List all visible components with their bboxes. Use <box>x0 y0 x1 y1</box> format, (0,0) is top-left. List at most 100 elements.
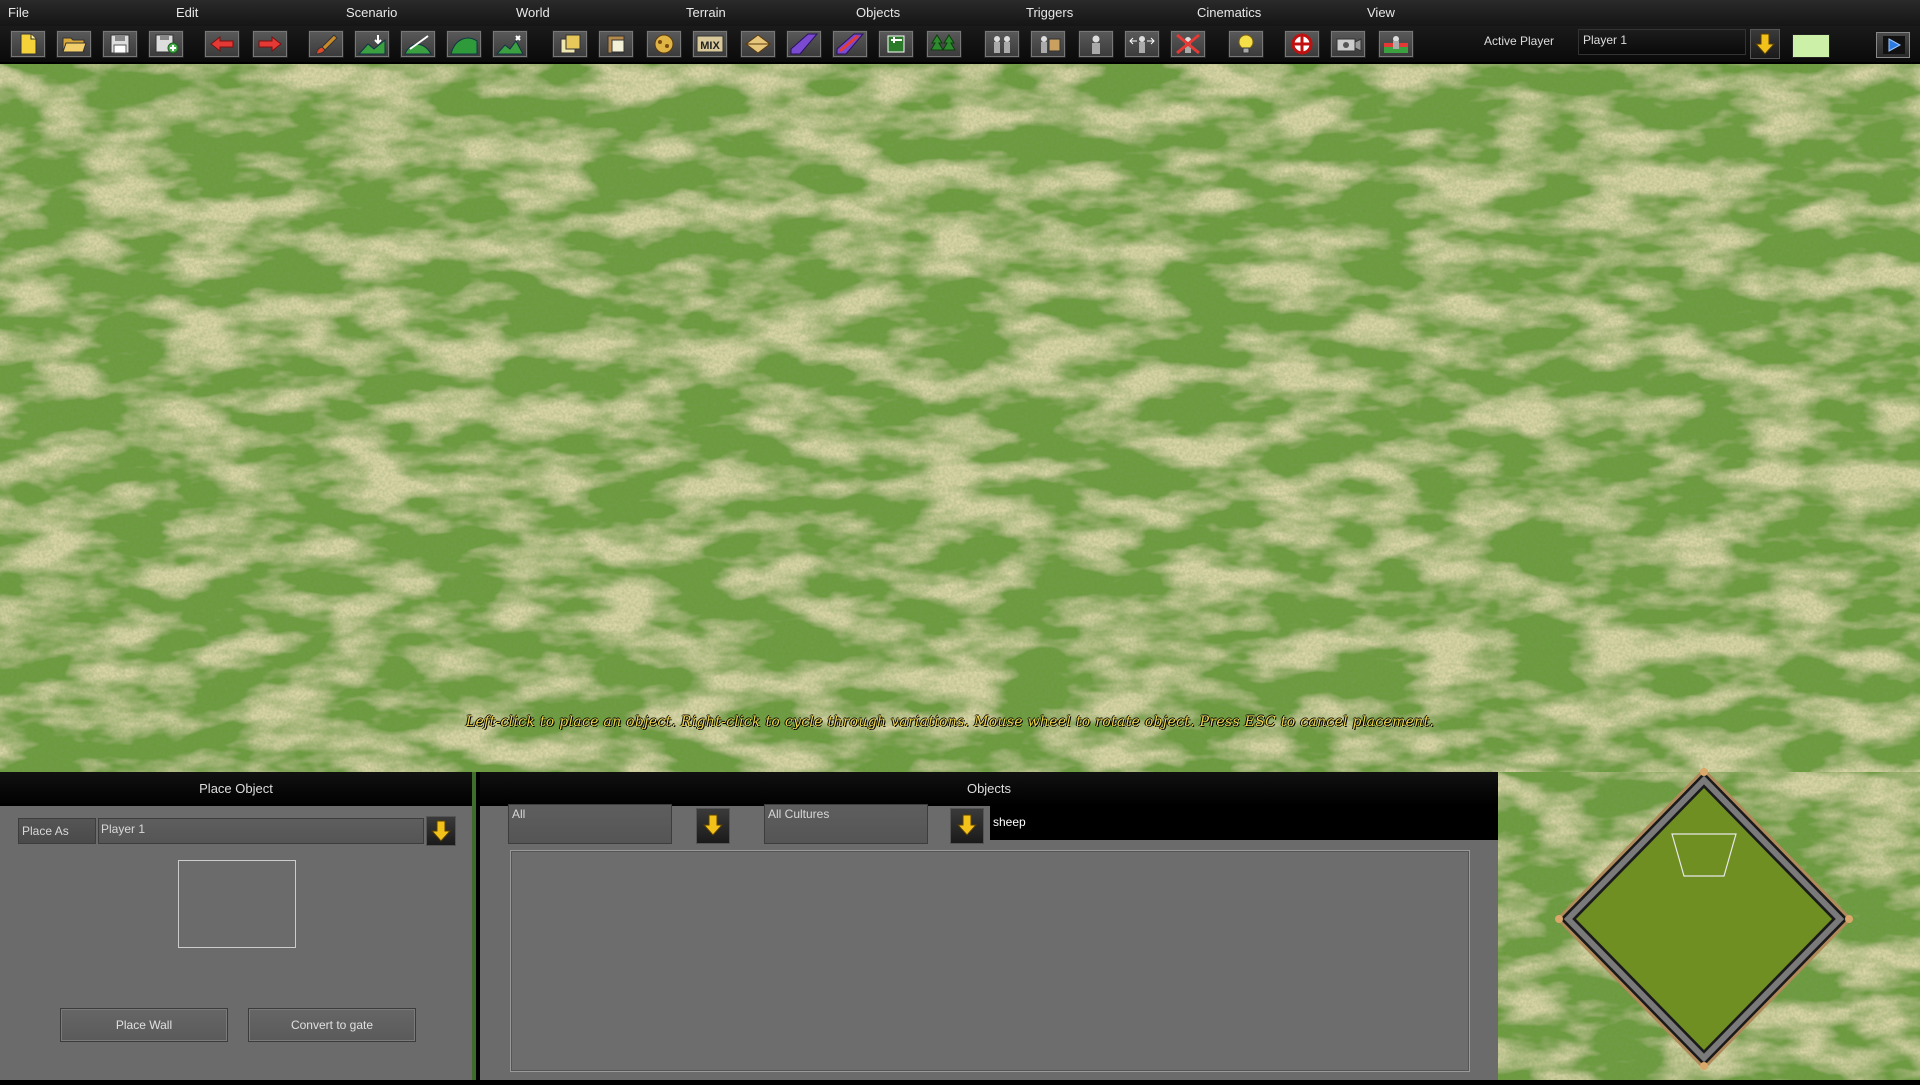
open-file-button[interactable] <box>56 30 92 58</box>
new-file-button[interactable] <box>10 30 46 58</box>
units-icon <box>994 36 1010 53</box>
blend-terrain-button[interactable] <box>740 30 776 58</box>
copy-icon <box>560 34 581 54</box>
move-unit-button[interactable] <box>1124 30 1160 58</box>
camera-button[interactable] <box>1330 30 1366 58</box>
culture-filter-select[interactable]: All Cultures <box>764 804 928 844</box>
menu-file[interactable]: File <box>8 5 29 20</box>
forest-button[interactable] <box>926 30 962 58</box>
player-flag-icon <box>1384 36 1408 53</box>
play-scenario-button[interactable] <box>1876 32 1910 58</box>
place-object-panel: Place Object Place As Player 1 Place Wal… <box>0 772 476 1080</box>
place-units-icon <box>1041 36 1061 53</box>
active-player-label: Active Player <box>1484 34 1555 48</box>
menu-terrain[interactable]: Terrain <box>686 5 726 20</box>
minimap-corner-ornament <box>1700 768 1708 776</box>
water-icon <box>790 33 818 55</box>
save-as-icon <box>155 34 179 54</box>
culture-filter-dropdown-button[interactable] <box>950 808 984 844</box>
paste-button[interactable] <box>598 30 634 58</box>
menu-scenario[interactable]: Scenario <box>346 5 397 20</box>
place-as-label: Place As <box>18 818 96 844</box>
terrain-elevation-icon <box>496 35 524 55</box>
category-filter-select[interactable]: All <box>508 804 672 844</box>
menu-triggers[interactable]: Triggers <box>1026 5 1073 20</box>
object-search-input[interactable] <box>990 804 1498 840</box>
menu-bar: File Edit Scenario World Terrain Objects… <box>0 0 1920 27</box>
area-icon <box>887 35 905 53</box>
active-player-select[interactable]: Player 1 <box>1578 29 1746 55</box>
paint-brush-button[interactable] <box>308 30 344 58</box>
single-unit-button[interactable] <box>1078 30 1114 58</box>
toolbar: MIX Active Player Player 1 <box>0 26 1920 64</box>
place-units-button[interactable] <box>1030 30 1066 58</box>
camera-icon <box>1336 38 1362 52</box>
place-as-dropdown-button[interactable] <box>426 816 456 846</box>
grass-terrain <box>0 64 1920 772</box>
paste-icon <box>607 35 625 54</box>
units-button[interactable] <box>984 30 1020 58</box>
raise-terrain-icon <box>358 35 386 55</box>
raise-terrain-button[interactable] <box>354 30 390 58</box>
save-icon <box>110 34 130 54</box>
mix-icon-label: MIX <box>700 40 720 52</box>
terrain-height-button[interactable] <box>446 30 482 58</box>
category-filter-dropdown-button[interactable] <box>696 808 730 844</box>
player-color-swatch[interactable] <box>1792 34 1830 58</box>
open-folder-icon <box>62 37 87 53</box>
save-button[interactable] <box>102 30 138 58</box>
single-unit-icon <box>1092 35 1100 54</box>
save-as-button[interactable] <box>148 30 184 58</box>
blend-terrain-icon <box>745 34 771 54</box>
convert-to-gate-button[interactable]: Convert to gate <box>248 1008 416 1042</box>
minimap-corner-ornament <box>1555 915 1563 923</box>
objects-title: Objects <box>480 772 1498 806</box>
redo-button[interactable] <box>252 30 288 58</box>
minimap-corner-ornament <box>1845 915 1853 923</box>
delete-unit-icon <box>1176 33 1200 55</box>
active-player-dropdown-button[interactable] <box>1750 29 1780 59</box>
target-button[interactable] <box>1284 30 1320 58</box>
objects-list[interactable] <box>510 850 1470 1072</box>
mix-button[interactable]: MIX <box>692 30 728 58</box>
menu-edit[interactable]: Edit <box>176 5 198 20</box>
map-view[interactable]: Left-click to place an object. Right-cli… <box>0 64 1920 772</box>
texture-button[interactable] <box>646 30 682 58</box>
light-bulb-icon <box>1238 34 1254 54</box>
player-settings-button[interactable] <box>1378 30 1414 58</box>
lighting-button[interactable] <box>1228 30 1264 58</box>
undo-button[interactable] <box>204 30 240 58</box>
placement-hint-text: Left-click to place an object. Right-cli… <box>465 714 1435 730</box>
place-as-select[interactable]: Player 1 <box>98 818 424 844</box>
minimap[interactable] <box>1544 762 1864 1080</box>
place-object-title: Place Object <box>0 772 472 806</box>
area-button[interactable] <box>878 30 914 58</box>
move-unit-icon <box>1129 36 1155 53</box>
smooth-terrain-button[interactable] <box>400 30 436 58</box>
cliff-button[interactable] <box>832 30 868 58</box>
minimap-svg <box>1555 767 1853 1071</box>
terrain-elevation-button[interactable] <box>492 30 528 58</box>
redo-arrow-icon <box>258 35 282 53</box>
copy-button[interactable] <box>552 30 588 58</box>
minimap-corner-ornament <box>1700 1062 1708 1070</box>
place-wall-button[interactable]: Place Wall <box>60 1008 228 1042</box>
delete-unit-button[interactable] <box>1170 30 1206 58</box>
menu-view[interactable]: View <box>1367 5 1395 20</box>
minimap-terrain <box>1576 788 1832 1050</box>
chevron-down-icon <box>1755 33 1775 55</box>
chevron-down-icon <box>703 814 723 836</box>
water-button[interactable] <box>786 30 822 58</box>
new-file-icon <box>20 33 37 55</box>
undo-arrow-icon <box>210 35 234 53</box>
menu-objects[interactable]: Objects <box>856 5 900 20</box>
forest-icon <box>930 34 956 51</box>
chevron-down-icon <box>431 820 451 842</box>
cliff-icon <box>836 33 864 55</box>
object-preview-box <box>178 860 296 948</box>
terrain-height-icon <box>450 37 478 55</box>
texture-icon <box>654 34 674 54</box>
paint-brush-icon <box>315 34 338 55</box>
menu-world[interactable]: World <box>516 5 550 20</box>
menu-cinematics[interactable]: Cinematics <box>1197 5 1261 20</box>
